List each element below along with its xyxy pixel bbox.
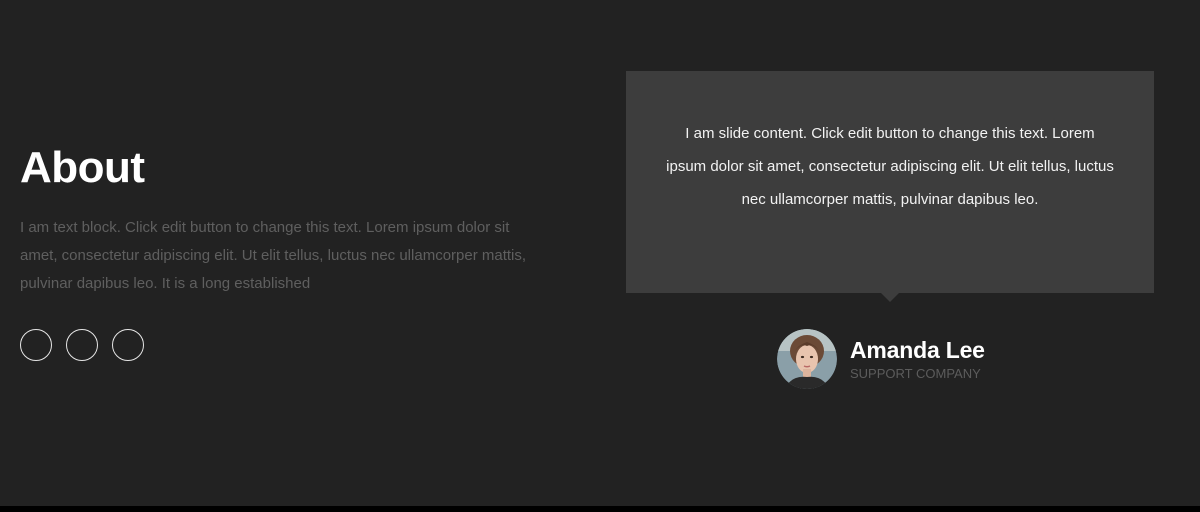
testimonial-pointer [881, 293, 899, 302]
author-name: Amanda Lee [850, 337, 985, 363]
social-link-2-icon[interactable] [66, 329, 98, 361]
author-avatar [777, 329, 837, 389]
social-links [20, 329, 144, 361]
bottom-strip [0, 506, 1200, 512]
author-role: SUPPORT COMPANY [850, 366, 981, 381]
social-link-1-icon[interactable] [20, 329, 52, 361]
about-section: About I am text block. Click edit button… [20, 142, 560, 298]
about-text: I am text block. Click edit button to ch… [20, 219, 527, 292]
testimonial-content: I am slide content. Click edit button to… [666, 125, 1114, 208]
testimonial-author: Amanda Lee SUPPORT COMPANY [777, 329, 985, 389]
testimonial-card: I am slide content. Click edit button to… [626, 71, 1154, 293]
about-title: About [20, 143, 145, 192]
author-info: Amanda Lee SUPPORT COMPANY [850, 336, 985, 382]
avatar-portrait-icon [777, 329, 837, 389]
social-link-3-icon[interactable] [112, 329, 144, 361]
